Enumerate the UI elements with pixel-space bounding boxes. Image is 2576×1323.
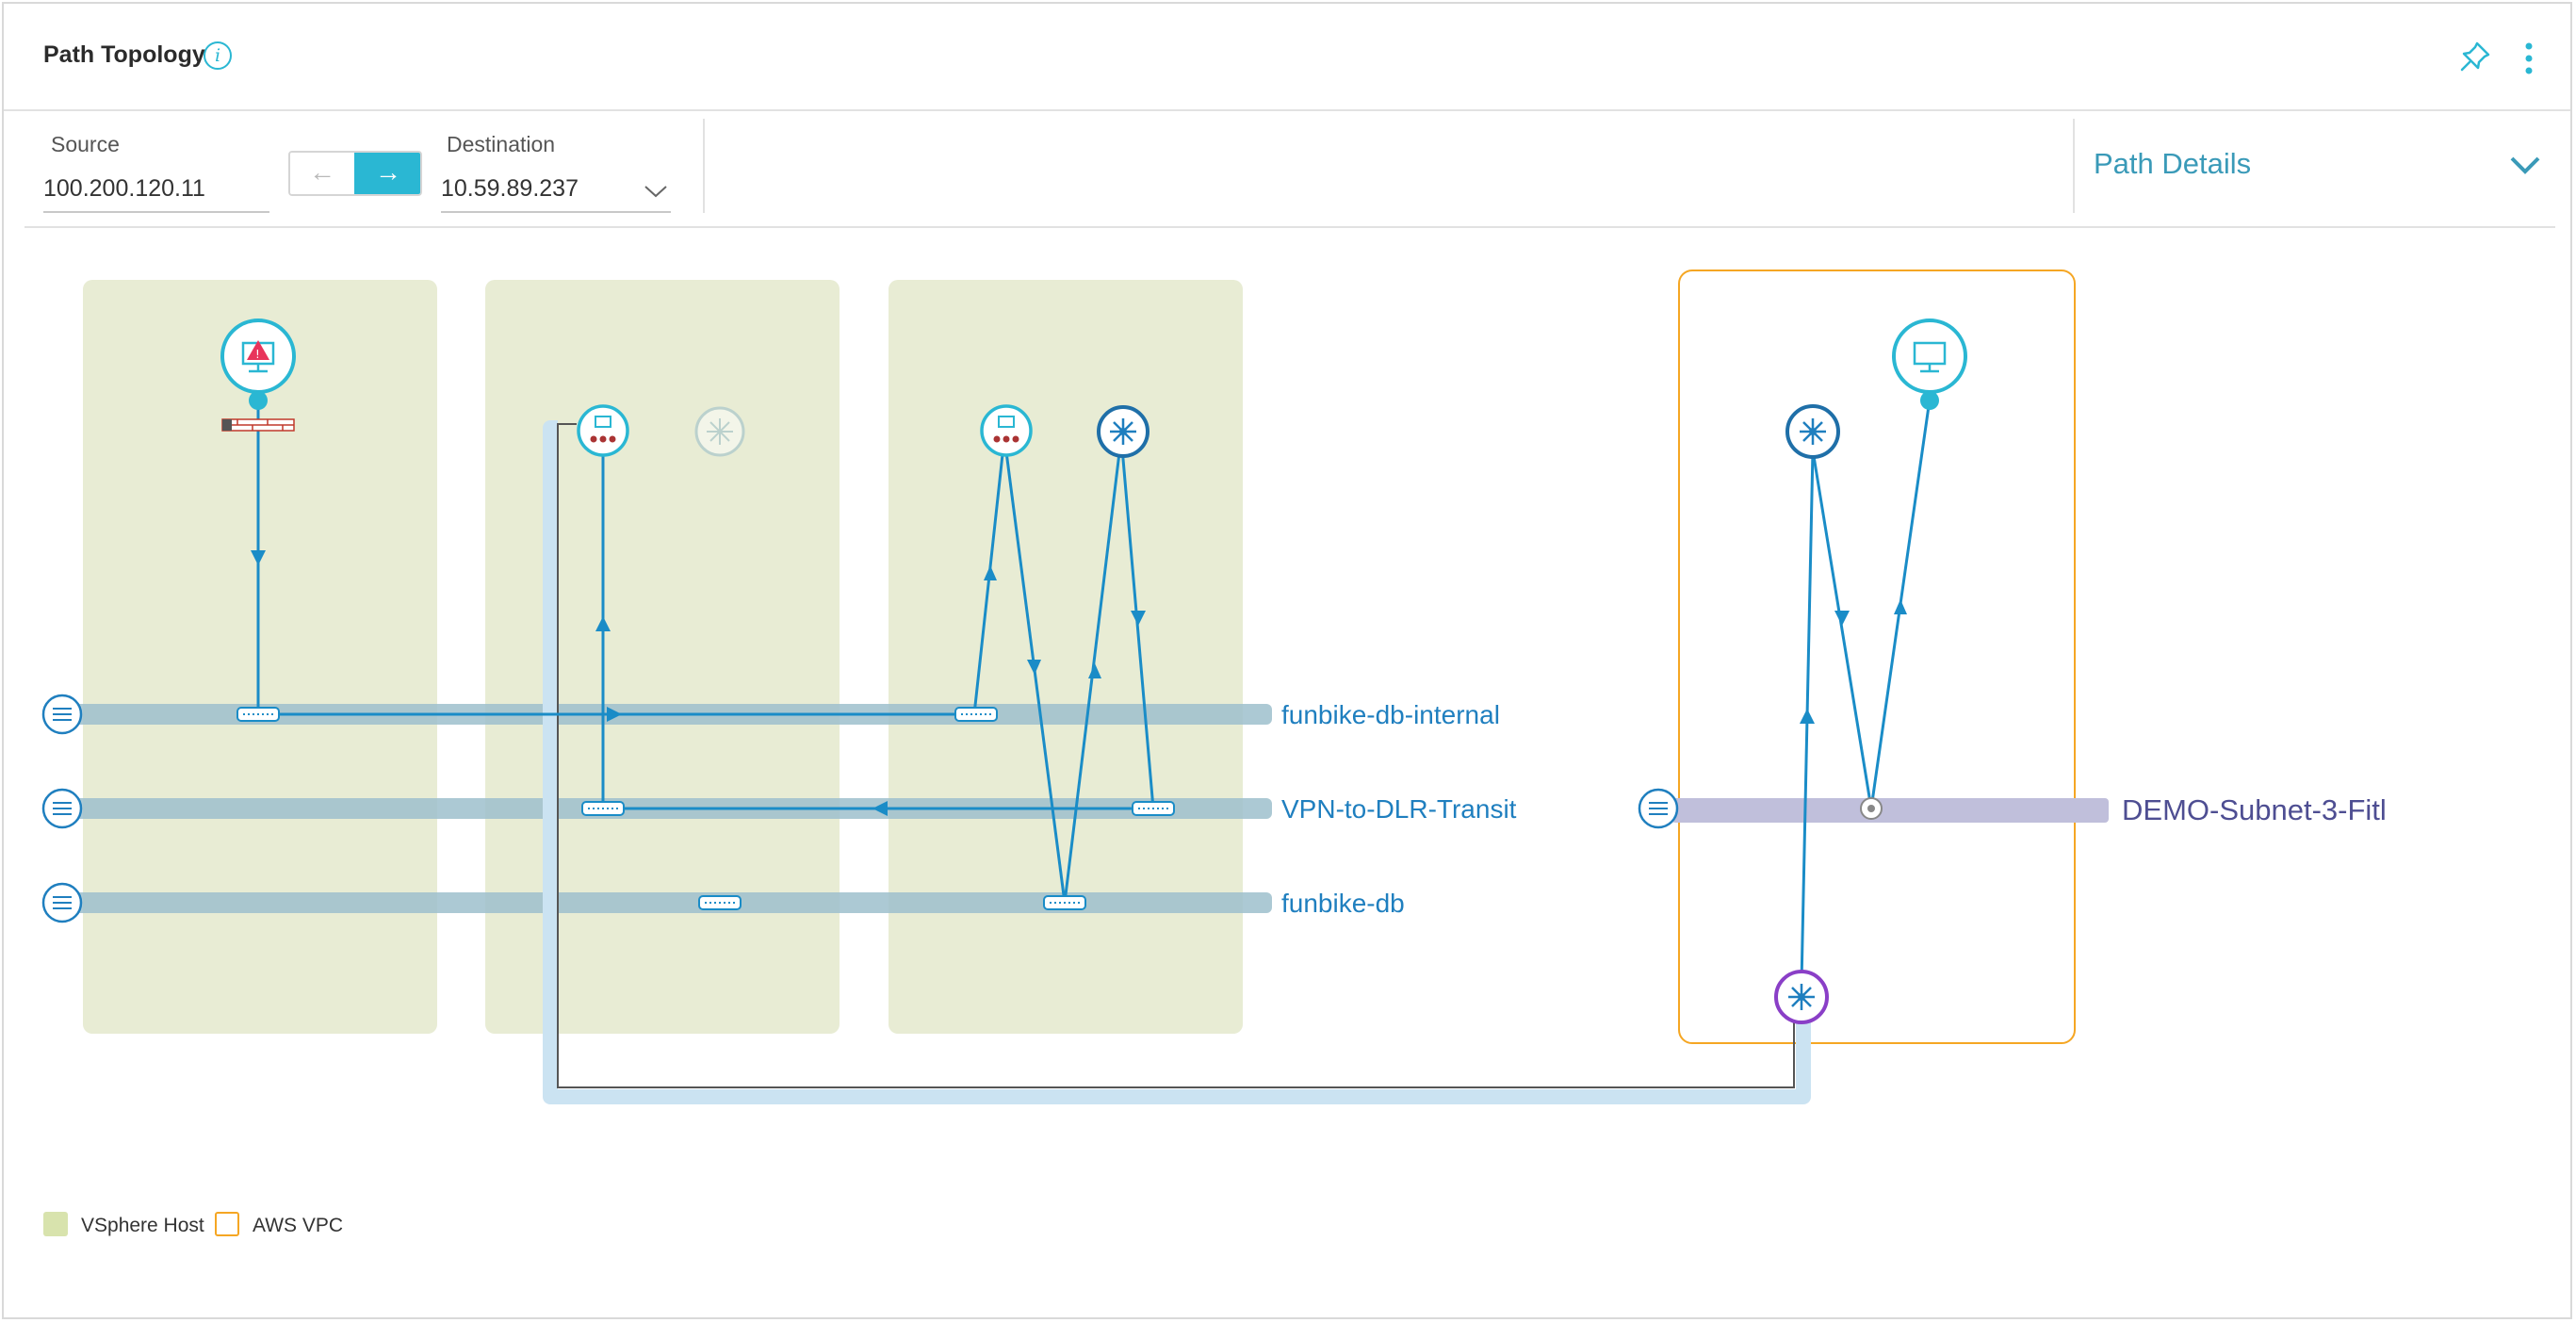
aws-subnet-bar[interactable]: [1671, 798, 2109, 823]
router-icon[interactable]: [1097, 405, 1149, 458]
svg-text:!: !: [255, 348, 260, 361]
topology-diagram: funbike-db-internal VPN-to-DLR-Transit f…: [41, 270, 2387, 1104]
subnet-icon[interactable]: [41, 788, 83, 829]
aws-port-icon[interactable]: [1860, 797, 1883, 820]
router-icon[interactable]: [1785, 404, 1840, 459]
vm-node-icon[interactable]: [980, 404, 1033, 457]
arrow-up-icon: [1894, 599, 1907, 614]
subnet-bar[interactable]: [70, 892, 1272, 913]
legend-aws-swatch: [215, 1212, 239, 1236]
port-icon[interactable]: [698, 895, 742, 910]
arrow-down-icon: [1834, 611, 1850, 626]
legend-vsphere-label: VSphere Host: [81, 1215, 204, 1236]
path-topology-panel: Path Topology i Source 100.200.120.11 ← …: [2, 2, 2572, 1319]
vm-port-dot: [249, 391, 268, 410]
vsphere-host-group: [485, 280, 840, 1034]
port-icon[interactable]: [1132, 801, 1175, 816]
arrow-up-icon: [1800, 709, 1815, 724]
port-icon[interactable]: [581, 801, 625, 816]
port-icon[interactable]: [954, 707, 998, 722]
subnet-icon[interactable]: [1638, 788, 1679, 829]
source-vm-alert-icon[interactable]: !: [220, 318, 296, 394]
vsphere-host-group: [889, 280, 1243, 1034]
port-icon[interactable]: [236, 707, 280, 722]
path-link: [1811, 449, 1873, 809]
destination-vm-icon[interactable]: [1892, 318, 1967, 394]
subnet-label[interactable]: VPN-to-DLR-Transit: [1281, 794, 1517, 824]
subnet-icon[interactable]: [41, 694, 83, 735]
legend-vsphere-swatch: [43, 1212, 68, 1236]
aws-vpc-group: [1678, 270, 2076, 1044]
subnet-label[interactable]: DEMO-Subnet-3-Fitl: [2122, 793, 2387, 826]
subnet-label[interactable]: funbike-db: [1281, 889, 1405, 918]
subnet-label[interactable]: funbike-db-internal: [1281, 700, 1500, 729]
vm-port-dot: [1920, 391, 1939, 410]
firewall-icon[interactable]: [221, 418, 295, 432]
router-icon[interactable]: [694, 406, 745, 457]
gateway-router-icon[interactable]: [1774, 970, 1829, 1024]
port-icon[interactable]: [1043, 895, 1086, 910]
subnet-icon[interactable]: [41, 882, 83, 923]
vm-node-icon[interactable]: [577, 404, 629, 457]
legend-aws-label: AWS VPC: [253, 1215, 344, 1236]
